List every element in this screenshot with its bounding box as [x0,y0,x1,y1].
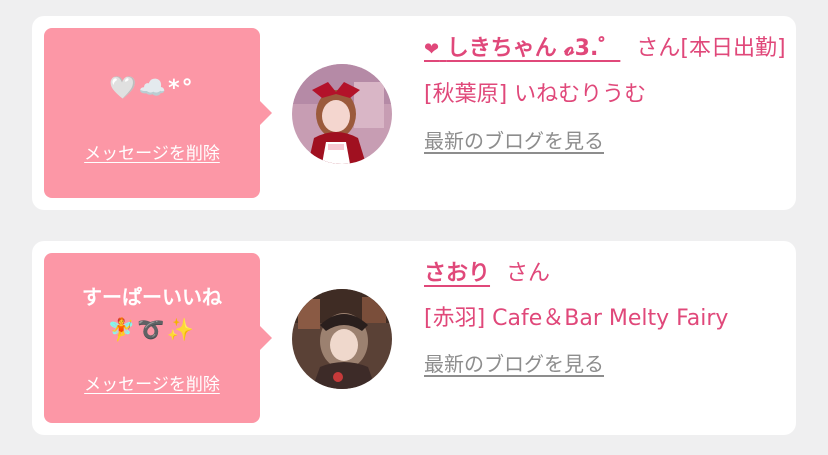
honorific: さん [636,36,681,61]
cast-name-link[interactable]: ❤ しきちゃん 𝓸3.゜ [424,36,620,61]
name-line: さおり さん [424,253,788,294]
shop-info: [秋葉原] いねむりうむ [424,82,647,107]
cast-name-link[interactable]: さおり [424,261,490,286]
name-line: ❤ しきちゃん 𝓸3.゜ さん[本日出勤] [424,28,788,70]
cast-name: さおり [424,261,491,286]
profile-photo-icon [292,289,392,389]
profile-info: ❤ しきちゃん 𝓸3.゜ さん[本日出勤] [秋葉原] いねむりうむ 最新のブログ… [424,28,788,162]
delete-message-link[interactable]: メッセージを削除 [44,139,260,164]
latest-blog-link[interactable]: 最新のブログを見る [424,344,604,385]
shop-info: [赤羽] Cafe＆Bar Melty Fairy [424,306,729,331]
latest-blog-link[interactable]: 最新のブログを見る [424,121,604,162]
notification-card: すーぱーいいね 🧚➰✨ メッセージを削除 さおり さん [赤羽] Cafe＆Ba… [32,241,796,435]
delete-message-link[interactable]: メッセージを削除 [44,370,260,395]
profile-info: さおり さん [赤羽] Cafe＆Bar Melty Fairy 最新のブログを見… [424,253,788,385]
work-status: [本日出勤] [680,36,786,61]
profile-photo-icon [292,64,392,164]
honorific: さん [506,261,551,286]
notification-card: 🤍☁️*° メッセージを削除 ❤ しきちゃん 𝓸3.゜ さん[本日出勤] [秋葉原 [32,16,796,210]
avatar[interactable] [292,289,392,389]
message-bubble: 🤍☁️*° メッセージを削除 [44,28,272,198]
message-text: すーぱーいいね 🧚➰✨ [44,280,260,348]
message-text: 🤍☁️*° [44,72,260,106]
notification-list: 🤍☁️*° メッセージを削除 ❤ しきちゃん 𝓸3.゜ さん[本日出勤] [秋葉原 [0,0,828,455]
message-line: 🧚➰✨ [107,318,197,343]
message-line: 🤍☁️*° [109,76,195,101]
message-bubble: すーぱーいいね 🧚➰✨ メッセージを削除 [44,253,272,423]
heart-icon: ❤ [424,39,440,60]
cast-name: しきちゃん 𝓸3.゜ [446,36,621,61]
message-line: すーぱーいいね [82,285,222,309]
avatar[interactable] [292,64,392,164]
